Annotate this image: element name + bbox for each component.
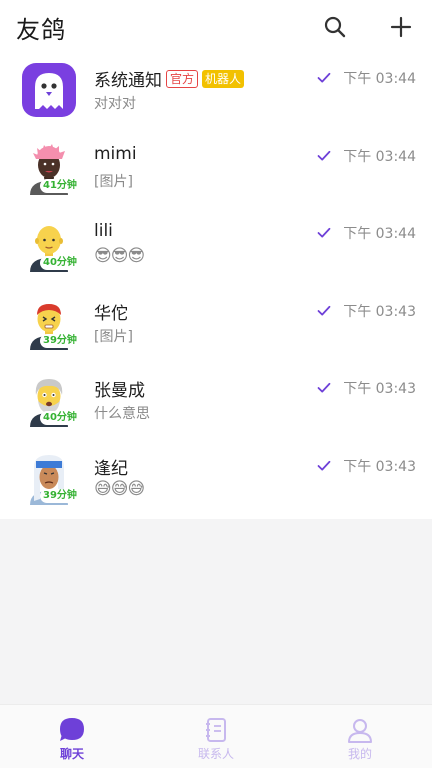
online-duration-badge: 40分钟 xyxy=(40,256,80,270)
check-icon xyxy=(317,72,331,83)
chat-name: 张曼成 xyxy=(94,381,145,401)
check-icon xyxy=(317,305,331,316)
tab-label: 我的 xyxy=(347,747,372,761)
contacts-book-icon xyxy=(206,718,226,742)
search-button[interactable] xyxy=(322,12,348,42)
tab-label: 聊天 xyxy=(59,747,84,761)
chat-row-fengji[interactable]: 39分钟 逢纪 😅😅😅 下午 03:43 xyxy=(0,442,432,520)
bot-tag: 机器人 xyxy=(202,69,245,88)
official-tag: 官方 xyxy=(166,69,199,88)
chat-row-lili[interactable]: 40分钟 lili 😎😎😎 下午 03:44 xyxy=(0,209,432,287)
tab-me[interactable]: 我的 xyxy=(288,705,432,768)
chat-time: 下午 03:43 xyxy=(343,458,416,475)
check-icon xyxy=(317,150,331,161)
avatar xyxy=(22,63,76,117)
tab-contacts[interactable]: 联系人 xyxy=(144,705,288,768)
chat-row-mimi[interactable]: 41分钟 mimi [图片] 下午 03:44 xyxy=(0,132,432,210)
add-button[interactable] xyxy=(388,12,414,42)
chat-row-system-notice[interactable]: 系统通知 官方 机器人 对对对 下午 03:44 xyxy=(0,54,432,132)
user-icon xyxy=(348,719,372,743)
chat-row-huatuo[interactable]: 39分钟 华佗 [图片] 下午 03:43 xyxy=(0,287,432,365)
bottom-tab-bar: 聊天 联系人 我的 xyxy=(0,704,432,768)
page-title: 友鸽 xyxy=(16,15,66,44)
chat-name: 系统通知 xyxy=(94,71,162,91)
check-icon xyxy=(317,382,331,393)
tab-label: 联系人 xyxy=(197,747,234,761)
chat-preview: [图片] xyxy=(94,173,133,190)
online-duration-badge: 41分钟 xyxy=(40,178,80,193)
chat-preview: 😎😎😎 xyxy=(94,246,145,266)
chat-row-zhangmancheng[interactable]: 40分钟 张曼成 什么意思 下午 03:43 xyxy=(0,364,432,442)
chat-name: mimi xyxy=(94,143,137,164)
chat-preview: [图片] xyxy=(94,328,133,345)
check-icon xyxy=(317,460,331,471)
chat-preview: 什么意思 xyxy=(94,406,150,422)
online-duration-badge: 39分钟 xyxy=(40,333,80,348)
chat-time: 下午 03:44 xyxy=(343,71,416,87)
chat-name: lili xyxy=(94,221,113,241)
search-icon xyxy=(324,16,346,38)
online-duration-badge: 40分钟 xyxy=(40,411,80,425)
robot-ghost-avatar-icon xyxy=(22,63,76,117)
chat-name: 华佗 xyxy=(94,303,128,324)
online-duration-badge: 39分钟 xyxy=(40,488,80,503)
chat-time: 下午 03:44 xyxy=(343,226,416,242)
chat-time: 下午 03:43 xyxy=(343,381,416,397)
chat-bubble-icon xyxy=(60,718,84,741)
chat-list: 系统通知 官方 机器人 对对对 下午 03:44 41分钟 mimi [图片] … xyxy=(0,54,432,519)
chat-preview: 对对对 xyxy=(94,96,136,112)
app-header: 友鸽 xyxy=(0,0,432,54)
chat-preview: 😅😅😅 xyxy=(94,478,145,499)
plus-icon xyxy=(390,16,412,38)
chat-name: 逢纪 xyxy=(94,458,128,479)
chat-time: 下午 03:44 xyxy=(343,148,416,165)
tab-chat[interactable]: 聊天 xyxy=(0,705,144,768)
chat-time: 下午 03:43 xyxy=(343,303,416,320)
check-icon xyxy=(317,227,331,238)
